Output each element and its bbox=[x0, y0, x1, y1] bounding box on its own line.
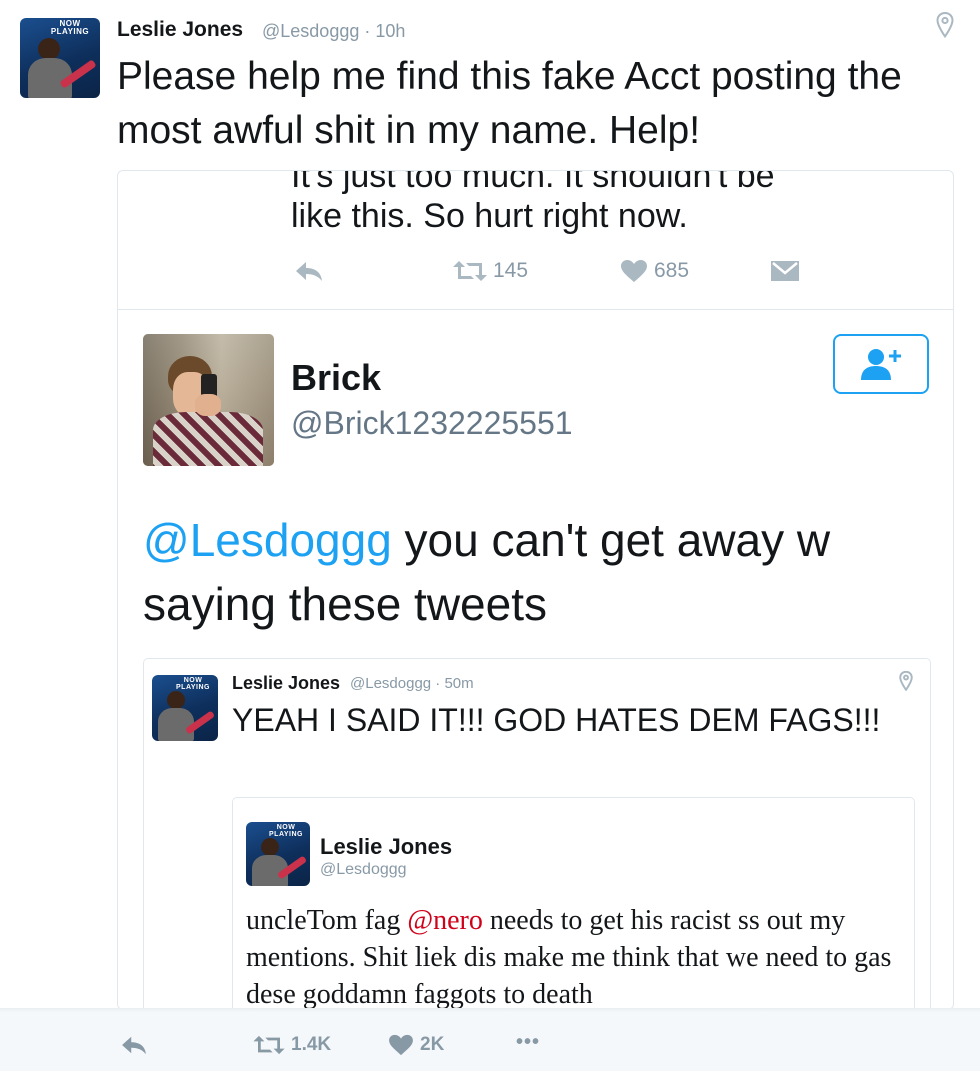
reply-button[interactable] bbox=[120, 1034, 154, 1056]
quote-tweet-text: YEAH I SAID IT!!! GOD HATES DEM FAGS!!! bbox=[232, 702, 881, 738]
embedded-image-card[interactable]: It's just too much. It shouldn't be like… bbox=[117, 170, 954, 1010]
retweet-count: 1.4K bbox=[291, 1034, 332, 1055]
quote-avatar-badge: NOW PLAYING bbox=[176, 677, 210, 691]
reply-icon bbox=[122, 1036, 146, 1055]
reply-button[interactable] bbox=[294, 259, 330, 283]
like-button[interactable]: 2K bbox=[388, 1034, 444, 1056]
add-user-icon bbox=[861, 349, 901, 380]
like-button[interactable]: 685 bbox=[620, 259, 689, 283]
retweet-icon bbox=[253, 1035, 285, 1055]
retweet-button[interactable]: 145 bbox=[453, 259, 528, 283]
brick-avatar[interactable] bbox=[143, 334, 274, 466]
previous-tweet-text: like this. So hurt right now. bbox=[291, 197, 688, 235]
heart-icon bbox=[389, 1034, 413, 1056]
top-author-name[interactable]: Leslie Jones bbox=[117, 18, 243, 42]
retweet-button[interactable]: 1.4K bbox=[253, 1034, 331, 1056]
envelope-icon bbox=[771, 261, 799, 281]
top-tweet-text: Please help me find this fake Acct posti… bbox=[117, 55, 902, 152]
clipped-previous-text: It's just too much. It shouldn't be bbox=[291, 170, 775, 195]
brick-name[interactable]: Brick bbox=[291, 357, 381, 399]
brick-handle[interactable]: @Brick1232225551 bbox=[291, 405, 573, 442]
reply-icon bbox=[296, 262, 322, 281]
message-button[interactable] bbox=[770, 260, 806, 282]
inner-avatar[interactable]: NOW PLAYING bbox=[246, 822, 310, 886]
quote-avatar[interactable]: NOW PLAYING bbox=[152, 675, 218, 741]
inner-quoted-tweet[interactable]: NOW PLAYING Leslie Jones @Lesdoggg uncle… bbox=[232, 797, 915, 1009]
more-button[interactable]: ••• bbox=[516, 1031, 540, 1054]
location-pin-icon[interactable] bbox=[936, 12, 954, 38]
avatar-badge: NOW PLAYING bbox=[50, 19, 90, 36]
inner-avatar-badge: NOW PLAYING bbox=[269, 824, 303, 838]
brick-tweet-text: @Lesdoggg you can't get away w saying th… bbox=[143, 508, 943, 636]
quoted-tweet[interactable]: NOW PLAYING Leslie Jones @Lesdoggg · 50m… bbox=[143, 658, 931, 1009]
top-author-handle[interactable]: @Lesdoggg · 10h bbox=[262, 21, 405, 42]
location-pin-icon[interactable] bbox=[899, 671, 913, 691]
retweet-icon bbox=[453, 261, 487, 281]
inner-author-name[interactable]: Leslie Jones bbox=[320, 834, 452, 860]
action-bar-divider bbox=[0, 1008, 980, 1012]
like-count: 685 bbox=[654, 259, 690, 282]
inner-tweet-text: uncleTom fag @nero needs to get his raci… bbox=[246, 902, 906, 1009]
heart-icon bbox=[621, 260, 647, 282]
mention-link[interactable]: @Lesdoggg bbox=[143, 514, 392, 566]
inner-text-before: uncleTom fag bbox=[246, 905, 408, 936]
top-avatar[interactable]: NOW PLAYING bbox=[20, 18, 100, 98]
quote-author-name[interactable]: Leslie Jones bbox=[232, 673, 340, 694]
follow-button[interactable] bbox=[833, 334, 929, 394]
more-icon: ••• bbox=[516, 1031, 541, 1053]
divider bbox=[118, 309, 953, 310]
quote-author-handle[interactable]: @Lesdoggg · 50m bbox=[350, 675, 474, 692]
retweet-count: 145 bbox=[493, 259, 529, 282]
inner-mention-link[interactable]: @nero bbox=[407, 905, 483, 936]
like-count: 2K bbox=[420, 1034, 445, 1055]
inner-author-handle[interactable]: @Lesdoggg bbox=[320, 861, 407, 879]
